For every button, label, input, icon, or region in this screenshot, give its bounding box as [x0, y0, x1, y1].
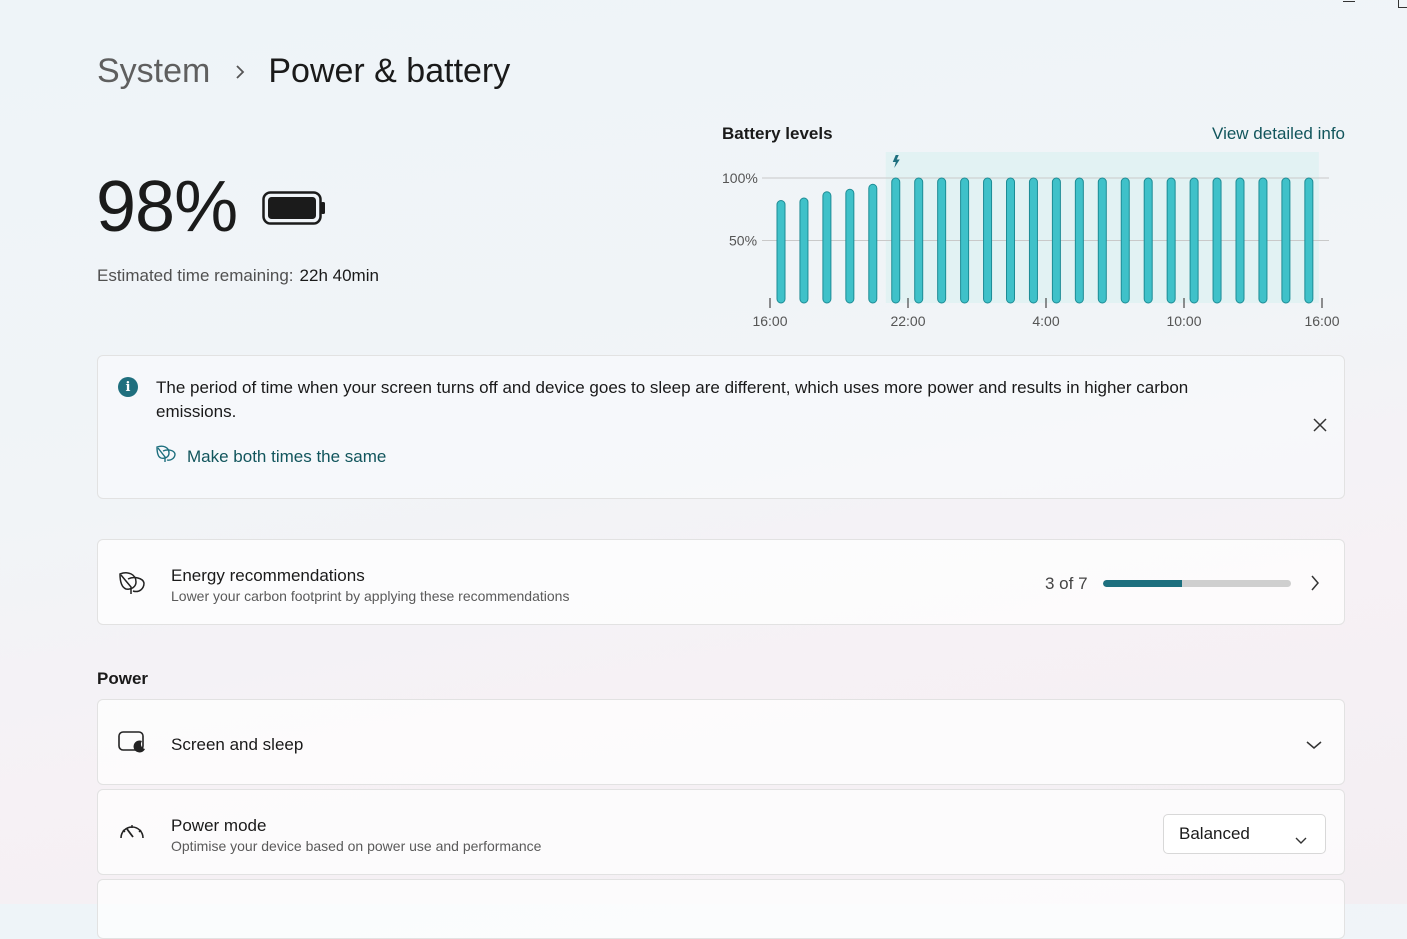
- breadcrumb-system[interactable]: System: [97, 52, 210, 91]
- chevron-right-icon: [1310, 575, 1320, 596]
- power-mode-selected: Balanced: [1179, 824, 1250, 843]
- battery-bar: [799, 197, 809, 304]
- y-tick-label: 100%: [722, 170, 758, 186]
- make-times-same-label: Make both times the same: [187, 446, 387, 466]
- battery-bar: [1212, 177, 1222, 304]
- carbon-info-banner: i The period of time when your screen tu…: [97, 355, 1345, 499]
- x-tick-label: 16:00: [1304, 313, 1339, 329]
- battery-bar: [1235, 177, 1245, 304]
- chevron-down-icon[interactable]: [1306, 737, 1322, 755]
- gauge-icon: [118, 820, 146, 849]
- battery-bar: [1281, 177, 1291, 304]
- battery-bar: [1051, 177, 1061, 304]
- leaf-icon: [155, 444, 177, 469]
- maximize-icon[interactable]: [1398, 0, 1407, 8]
- page-title: Power & battery: [268, 52, 511, 90]
- x-tick-label: 16:00: [752, 313, 787, 329]
- power-mode-subtitle: Optimise your device based on power use …: [171, 838, 542, 854]
- x-tick-label: 10:00: [1166, 313, 1201, 329]
- info-message: The period of time when your screen turn…: [156, 378, 1189, 421]
- progress-fill: [1103, 580, 1182, 587]
- battery-bar: [1166, 177, 1176, 304]
- battery-bar: [1097, 177, 1107, 304]
- battery-icon: [262, 190, 326, 231]
- battery-bar: [937, 177, 947, 304]
- power-mode-title: Power mode: [171, 816, 267, 835]
- energy-recommendations-card[interactable]: Energy recommendations Lower your carbon…: [97, 539, 1345, 625]
- estimate-label: Estimated time remaining:: [97, 266, 294, 285]
- section-heading-power: Power: [97, 669, 149, 688]
- chevron-right-icon: [234, 64, 246, 80]
- x-tick-label: 4:00: [1032, 313, 1059, 329]
- estimated-time: Estimated time remaining: 22h 40min: [97, 266, 379, 286]
- battery-bar: [1120, 177, 1130, 304]
- battery-bar: [983, 177, 993, 304]
- progress-count: 3 of 7: [1045, 574, 1088, 593]
- battery-bar: [914, 177, 924, 304]
- breadcrumb: System Power & battery: [97, 52, 510, 91]
- chevron-down-icon: [1295, 830, 1307, 850]
- battery-bar: [1006, 177, 1015, 304]
- window-controls: [1327, 0, 1407, 10]
- y-tick-label: 50%: [729, 233, 757, 249]
- minimize-icon[interactable]: [1343, 1, 1355, 2]
- battery-bar: [1074, 177, 1084, 304]
- screen-sleep-icon: [118, 730, 146, 759]
- power-mode-select[interactable]: Balanced: [1163, 814, 1326, 854]
- energy-title: Energy recommendations: [171, 566, 365, 585]
- leaf-icon: [118, 570, 146, 601]
- progress-bar: [1103, 580, 1291, 587]
- make-times-same-button[interactable]: Make both times the same: [155, 444, 386, 469]
- estimate-value: 22h 40min: [299, 266, 379, 285]
- chart-title: Battery levels: [722, 124, 833, 143]
- view-detailed-info-link[interactable]: View detailed info: [1212, 124, 1345, 144]
- energy-subtitle: Lower your carbon footprint by applying …: [171, 588, 570, 604]
- screen-and-sleep-card[interactable]: Screen and sleep: [97, 699, 1345, 785]
- battery-bar: [1258, 177, 1268, 304]
- battery-bar: [822, 191, 832, 304]
- screen-sleep-title: Screen and sleep: [171, 735, 304, 754]
- battery-bar: [1304, 177, 1314, 304]
- battery-bar: [1189, 177, 1199, 304]
- battery-percent: 98%: [96, 167, 238, 247]
- battery-levels-chart: 100% 50% 16:00 22:00 4:00 10:00 16:00: [722, 152, 1340, 329]
- next-setting-card[interactable]: [97, 879, 1345, 939]
- battery-bar: [960, 177, 970, 304]
- close-icon[interactable]: [1312, 417, 1328, 433]
- battery-bar: [1143, 177, 1153, 304]
- battery-bar: [868, 183, 878, 304]
- battery-bar: [776, 200, 786, 304]
- battery-bar: [845, 188, 855, 304]
- battery-bar: [891, 177, 901, 304]
- x-tick-label: 22:00: [890, 313, 925, 329]
- power-mode-card: Power mode Optimise your device based on…: [97, 789, 1345, 875]
- info-icon: i: [118, 377, 138, 397]
- battery-bar: [1028, 177, 1038, 304]
